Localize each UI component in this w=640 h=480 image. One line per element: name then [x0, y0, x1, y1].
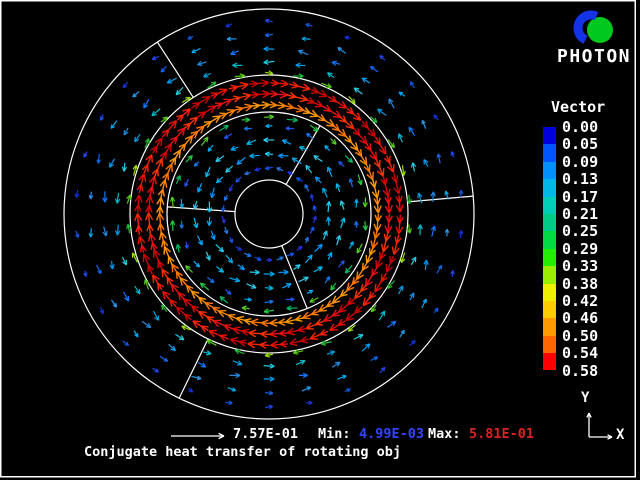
- axis-x-label: X: [616, 428, 624, 443]
- vector-field-layer: [75, 19, 462, 408]
- legend-swatch: [543, 318, 556, 335]
- legend-tick-label: 0.13: [562, 170, 598, 188]
- legend-swatch: [543, 266, 556, 283]
- legend-tick-label: 0.54: [562, 344, 598, 362]
- photon-app-name: PHOTON: [557, 47, 631, 67]
- reference-vector-value: 7.57E-01: [233, 427, 298, 442]
- legend-swatch: [543, 214, 556, 231]
- legend-swatch: [543, 353, 556, 370]
- legend-tick-label: 0.21: [562, 205, 598, 223]
- legend-swatch: [543, 127, 556, 144]
- legend-tick-label: 0.25: [562, 222, 598, 240]
- legend-tick-label: 0.33: [562, 257, 598, 275]
- legend-tick-label: 0.00: [562, 118, 598, 136]
- legend-tick-label: 0.17: [562, 188, 598, 206]
- legend-tick-label: 0.05: [562, 135, 598, 153]
- legend-tick-label: 0.42: [562, 292, 598, 310]
- photon-logo-icon: [570, 9, 618, 49]
- legend-swatch: [543, 231, 556, 248]
- legend-tick-label: 0.58: [562, 362, 598, 380]
- plot-caption: Conjugate heat transfer of rotating obj: [84, 445, 401, 460]
- axis-y-label: Y: [581, 391, 589, 406]
- legend-title: Vector: [551, 99, 605, 116]
- logo-green-ball: [587, 17, 613, 43]
- legend-tick-label: 0.09: [562, 153, 598, 171]
- min-label: Min:: [318, 427, 351, 442]
- photon-window: PHOTON Vector 0.000.050.090.130.170.210.…: [0, 0, 640, 480]
- window-frame: [1, 1, 636, 477]
- legend-tick-label: 0.50: [562, 327, 598, 345]
- grid-layer: [64, 9, 474, 419]
- photon-logo: [570, 9, 618, 49]
- legend-swatch: [543, 162, 556, 179]
- legend-swatch: [543, 144, 556, 161]
- min-value: 4.99E-03: [359, 427, 424, 442]
- legend-swatch: [543, 179, 556, 196]
- legend-tick-label: 0.38: [562, 275, 598, 293]
- legend-swatch: [543, 301, 556, 318]
- legend-swatch: [543, 336, 556, 353]
- legend-swatch: [543, 284, 556, 301]
- legend-swatch: [543, 197, 556, 214]
- max-label: Max:: [428, 427, 461, 442]
- legend-tick-label: 0.29: [562, 240, 598, 258]
- legend-swatch: [543, 249, 556, 266]
- max-value: 5.81E-01: [469, 427, 534, 442]
- legend-tick-label: 0.46: [562, 309, 598, 327]
- legend-colorbar: [543, 127, 556, 370]
